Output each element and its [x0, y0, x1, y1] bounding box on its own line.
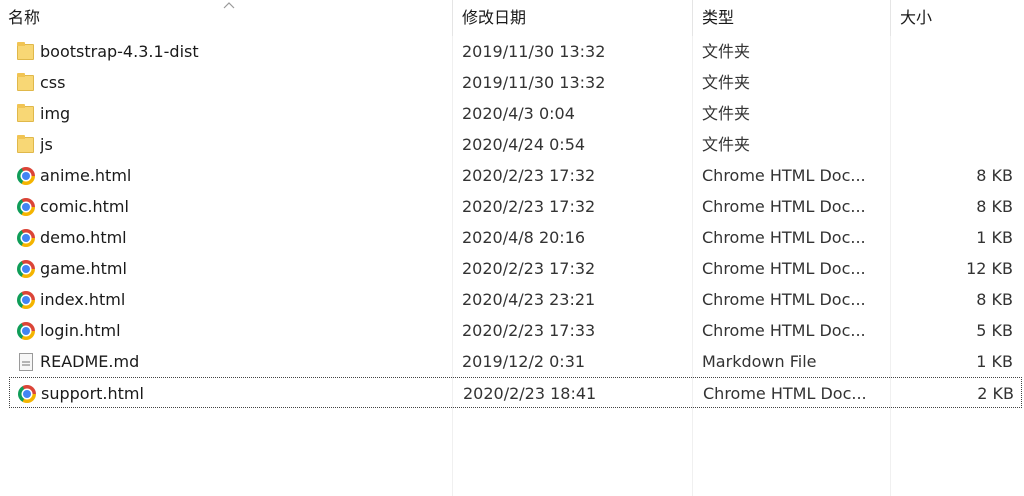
- sort-ascending-icon: [223, 2, 235, 9]
- file-name: comic.html: [40, 197, 129, 216]
- file-size: 8 KB: [976, 290, 1013, 309]
- file-name: index.html: [40, 290, 126, 309]
- file-row[interactable]: comic.html 2020/2/23 17:32 Chrome HTML Doc…: [0, 191, 1024, 222]
- folder-icon: [16, 104, 36, 124]
- file-type: Chrome HTML Doc...: [702, 290, 866, 309]
- file-name: demo.html: [40, 228, 127, 247]
- file-row[interactable]: anime.html 2020/2/23 17:32 Chrome HTML Doc…: [0, 160, 1024, 191]
- file-date-modified: 2019/11/30 13:32: [462, 73, 606, 92]
- file-date-modified: 2020/2/23 17:32: [462, 259, 596, 278]
- file-size: [892, 36, 1013, 67]
- column-header-date[interactable]: 修改日期: [454, 0, 692, 36]
- file-type: Chrome HTML Doc...: [702, 166, 866, 185]
- file-type: Chrome HTML Doc...: [702, 259, 866, 278]
- file-size: 8 KB: [976, 197, 1013, 216]
- file-date-modified: 2020/2/23 17:33: [462, 321, 596, 340]
- file-name: login.html: [40, 321, 121, 340]
- file-row[interactable]: support.html 2020/2/23 18:41 Chrome HTML D…: [9, 377, 1022, 408]
- column-header-date-label: 修改日期: [462, 8, 527, 27]
- file-size: 2 KB: [977, 384, 1014, 403]
- file-size: [892, 67, 1013, 98]
- column-header-size-label: 大小: [900, 8, 933, 27]
- file-type: Chrome HTML Doc...: [702, 197, 866, 216]
- file-row[interactable]: game.html 2020/2/23 17:32 Chrome HTML Doc.…: [0, 253, 1024, 284]
- file-date-modified: 2020/4/23 23:21: [462, 290, 596, 309]
- chrome-icon: [16, 228, 36, 248]
- file-size: [892, 129, 1013, 160]
- file-row[interactable]: login.html 2020/2/23 17:33 Chrome HTML Doc…: [0, 315, 1024, 346]
- file-type: Markdown File: [702, 352, 817, 371]
- file-size: 12 KB: [966, 259, 1013, 278]
- chrome-icon: [17, 384, 37, 404]
- column-header-type[interactable]: 类型: [694, 0, 890, 36]
- file-date-modified: 2020/2/23 17:32: [462, 166, 596, 185]
- file-name: img: [40, 104, 71, 123]
- file-date-modified: 2020/4/8 20:16: [462, 228, 586, 247]
- file-date-modified: 2019/12/2 0:31: [462, 352, 586, 371]
- file-type: Chrome HTML Doc...: [702, 228, 866, 247]
- markdown-file-icon: [16, 352, 36, 372]
- file-date-modified: 2020/4/3 0:04: [462, 104, 575, 123]
- file-type: 文件夹: [702, 135, 751, 154]
- chrome-icon: [16, 290, 36, 310]
- column-header-size[interactable]: 大小: [892, 0, 1024, 36]
- column-header-type-label: 类型: [702, 8, 735, 27]
- folder-icon: [16, 42, 36, 62]
- column-header-bar: 名称 修改日期 类型 大小: [0, 0, 1024, 36]
- folder-icon: [16, 73, 36, 93]
- file-size: 5 KB: [976, 321, 1013, 340]
- file-type: Chrome HTML Doc...: [703, 384, 867, 403]
- column-header-name-label: 名称: [8, 8, 41, 27]
- file-row[interactable]: bootstrap-4.3.1-dist 2019/11/30 13:32 文件夹: [0, 36, 1024, 67]
- column-divider[interactable]: [692, 0, 693, 36]
- file-date-modified: 2020/2/23 17:32: [462, 197, 596, 216]
- file-name: anime.html: [40, 166, 132, 185]
- column-divider[interactable]: [890, 0, 891, 36]
- chrome-icon: [16, 197, 36, 217]
- file-size: 1 KB: [976, 228, 1013, 247]
- file-type: 文件夹: [702, 104, 751, 123]
- file-row[interactable]: index.html 2020/4/23 23:21 Chrome HTML Doc…: [0, 284, 1024, 315]
- chrome-icon: [16, 321, 36, 341]
- file-size: 8 KB: [976, 166, 1013, 185]
- file-date-modified: 2020/4/24 0:54: [462, 135, 586, 154]
- file-name: README.md: [40, 352, 140, 371]
- chrome-icon: [16, 259, 36, 279]
- file-type: Chrome HTML Doc...: [702, 321, 866, 340]
- file-type: 文件夹: [702, 42, 751, 61]
- file-size: [892, 98, 1013, 129]
- file-type: 文件夹: [702, 73, 751, 92]
- chrome-icon: [16, 166, 36, 186]
- folder-icon: [16, 135, 36, 155]
- file-date-modified: 2019/11/30 13:32: [462, 42, 606, 61]
- file-row[interactable]: demo.html 2020/4/8 20:16 Chrome HTML Doc..…: [0, 222, 1024, 253]
- column-divider[interactable]: [452, 0, 453, 36]
- file-row[interactable]: js 2020/4/24 0:54 文件夹: [0, 129, 1024, 160]
- file-name: js: [40, 135, 53, 154]
- file-row[interactable]: img 2020/4/3 0:04 文件夹: [0, 98, 1024, 129]
- file-row[interactable]: README.md 2019/12/2 0:31 Markdown File 1 KB: [0, 346, 1024, 377]
- file-name: bootstrap-4.3.1-dist: [40, 42, 199, 61]
- file-date-modified: 2020/2/23 18:41: [463, 384, 597, 403]
- file-size: 1 KB: [976, 352, 1013, 371]
- file-name: support.html: [41, 384, 144, 403]
- file-name: css: [40, 73, 66, 92]
- file-name: game.html: [40, 259, 127, 278]
- file-row[interactable]: css 2019/11/30 13:32 文件夹: [0, 67, 1024, 98]
